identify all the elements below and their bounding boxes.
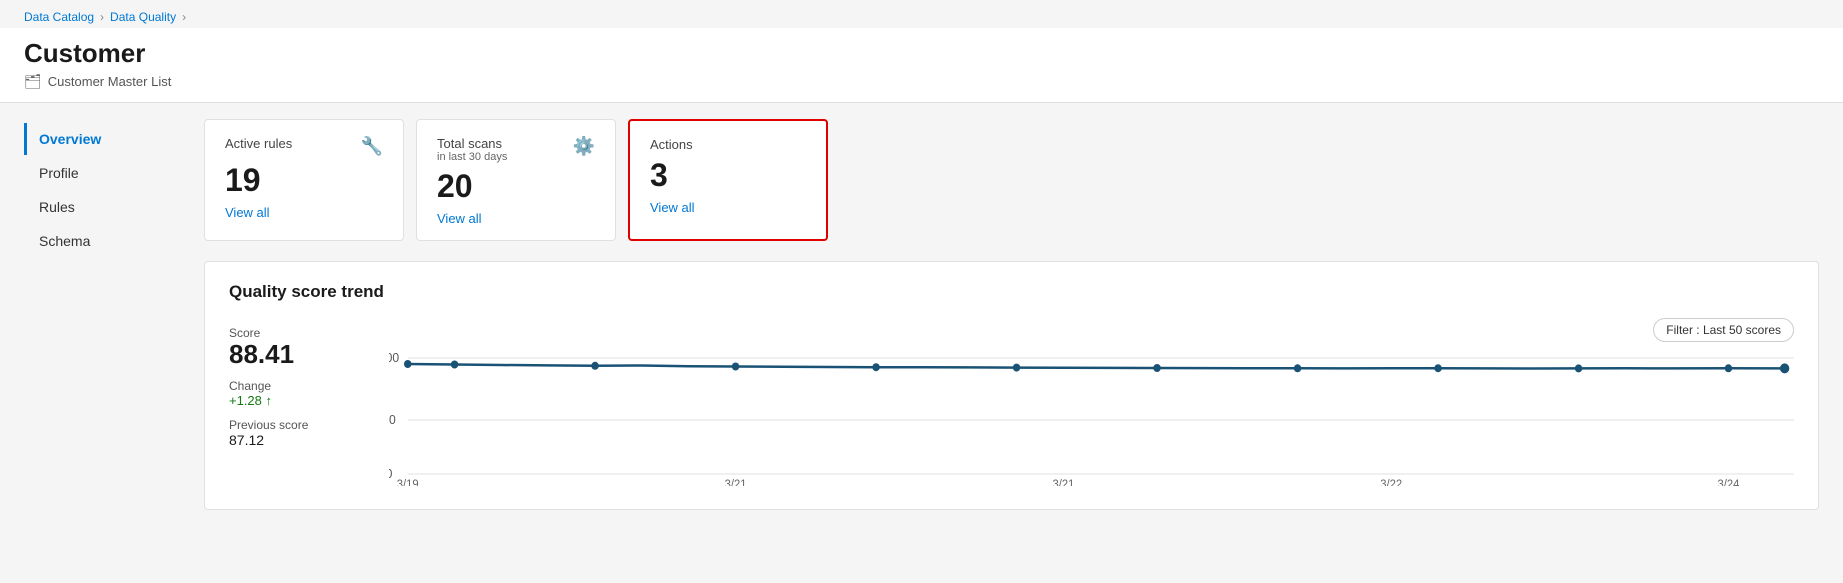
active-rules-title: Active rules: [225, 136, 292, 151]
total-scans-title: Total scans: [437, 136, 507, 151]
cards-row: Active rules 🔧 19 View all Total scans i…: [204, 119, 1819, 241]
card-header-total-scans: Total scans in last 30 days ⚙️: [437, 136, 595, 163]
chart-container: Score 88.41 Change +1.28 ↑ Previous scor…: [229, 318, 1794, 489]
breadcrumb-data-quality[interactable]: Data Quality: [110, 10, 176, 24]
score-label: Score: [229, 326, 389, 340]
total-scans-viewall-link[interactable]: View all: [437, 211, 482, 226]
trend-chart-svg: 100 50 0: [389, 346, 1794, 486]
actions-card: Actions 3 View all: [628, 119, 828, 241]
page-header: Customer 🗂 Customer Master List: [0, 28, 1843, 103]
quality-trend-section: Quality score trend Score 88.41 Change +…: [204, 261, 1819, 510]
page-title: Customer: [24, 38, 1819, 69]
score-value: 88.41: [229, 340, 389, 369]
svg-text:3/21: 3/21: [725, 478, 747, 486]
filter-button[interactable]: Filter : Last 50 scores: [1653, 318, 1794, 342]
svg-text:3/21: 3/21: [1052, 478, 1074, 486]
prev-score-value: 87.12: [229, 432, 389, 448]
sidebar: Overview Profile Rules Schema: [24, 119, 204, 510]
active-rules-card: Active rules 🔧 19 View all: [204, 119, 404, 241]
card-header-actions: Actions: [650, 137, 806, 152]
page-wrapper: Data Catalog › Data Quality › Customer 🗂…: [0, 0, 1843, 583]
breadcrumb-sep-1: ›: [100, 10, 104, 24]
svg-text:0: 0: [389, 467, 392, 481]
total-scans-card: Total scans in last 30 days ⚙️ 20 View a…: [416, 119, 616, 241]
total-scans-value: 20: [437, 169, 595, 204]
change-value: +1.28 ↑: [229, 393, 389, 408]
total-scans-icon: ⚙️: [573, 136, 595, 157]
quality-trend-title: Quality score trend: [229, 282, 1794, 302]
actions-title: Actions: [650, 137, 693, 152]
chart-right: Filter : Last 50 scores 100 50 0: [389, 318, 1794, 489]
svg-text:3/19: 3/19: [397, 478, 419, 486]
card-header-active-rules: Active rules 🔧: [225, 136, 383, 157]
chart-svg-area: 100 50 0: [389, 346, 1794, 489]
active-rules-value: 19: [225, 163, 383, 198]
actions-value: 3: [650, 158, 806, 193]
actions-viewall-link[interactable]: View all: [650, 200, 695, 215]
sidebar-item-rules[interactable]: Rules: [24, 191, 204, 223]
chart-metrics: Score 88.41 Change +1.28 ↑ Previous scor…: [229, 318, 389, 448]
sidebar-item-overview[interactable]: Overview: [24, 123, 204, 155]
total-scans-subtitle: in last 30 days: [437, 151, 507, 163]
main-content: Active rules 🔧 19 View all Total scans i…: [204, 119, 1819, 510]
svg-text:50: 50: [389, 413, 396, 427]
page-subtitle: 🗂 Customer Master List: [24, 73, 1819, 90]
breadcrumb-sep-2: ›: [182, 10, 186, 24]
breadcrumb-data-catalog[interactable]: Data Catalog: [24, 10, 94, 24]
svg-text:3/24: 3/24: [1718, 478, 1740, 486]
content-area: Overview Profile Rules Schema Active rul…: [0, 103, 1843, 526]
sidebar-item-profile[interactable]: Profile: [24, 157, 204, 189]
breadcrumb: Data Catalog › Data Quality ›: [0, 0, 1843, 28]
active-rules-viewall-link[interactable]: View all: [225, 205, 270, 220]
sidebar-item-schema[interactable]: Schema: [24, 225, 204, 257]
active-rules-icon: 🔧: [361, 136, 383, 157]
svg-text:100: 100: [389, 351, 399, 365]
page-subtitle-text: Customer Master List: [48, 74, 172, 89]
change-label: Change: [229, 379, 389, 393]
svg-text:3/22: 3/22: [1380, 478, 1402, 486]
prev-score-label: Previous score: [229, 418, 389, 432]
subtitle-icon: 🗂: [24, 73, 42, 90]
